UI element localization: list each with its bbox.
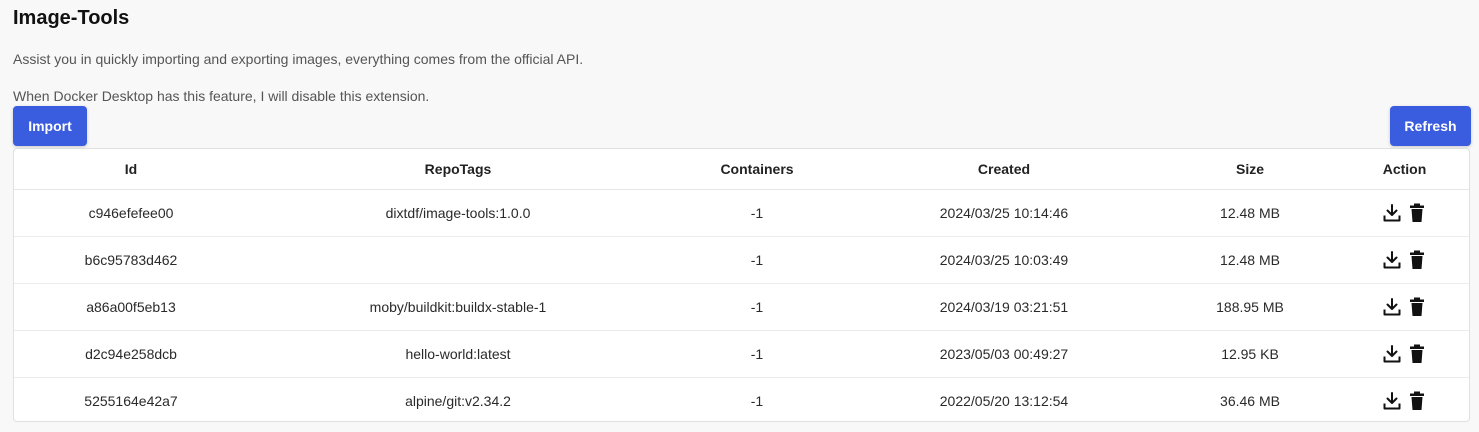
download-icon[interactable]: [1381, 249, 1403, 271]
cell-repotags: hello-world:latest: [248, 330, 668, 378]
column-header-action: Action: [1338, 149, 1469, 190]
table-header-row: Id RepoTags Containers Created Size Acti…: [14, 149, 1469, 190]
refresh-button[interactable]: Refresh: [1390, 106, 1471, 146]
cell-action: [1338, 330, 1469, 378]
page-description: Assist you in quickly importing and expo…: [13, 51, 584, 67]
cell-size: 12.48 MB: [1162, 189, 1338, 237]
column-header-containers[interactable]: Containers: [668, 149, 846, 190]
cell-repotags: alpine/git:v2.34.2: [405, 393, 511, 409]
image-tools-page: Image-Tools Assist you in quickly import…: [0, 0, 1479, 432]
delete-icon[interactable]: [1406, 202, 1428, 224]
cell-containers: -1: [668, 189, 846, 237]
cell-size: 188.95 MB: [1162, 283, 1338, 331]
download-icon[interactable]: [1381, 202, 1403, 224]
cell-created: 2023/05/03 00:49:27: [846, 330, 1162, 378]
cell-size: 12.48 MB: [1162, 236, 1338, 284]
download-icon[interactable]: [1381, 390, 1403, 412]
table-row: b6c95783d462 -1 2024/03/25 10:03:49 12.4…: [14, 236, 1469, 284]
table-row: c946efefee00 dixtdf/image-tools:1.0.0 -1…: [14, 189, 1469, 237]
cell-repotags: moby/buildkit:buildx-stable-1: [248, 283, 668, 331]
delete-icon[interactable]: [1406, 343, 1428, 365]
download-icon[interactable]: [1381, 296, 1403, 318]
cell-containers: -1: [668, 330, 846, 378]
cell-id: b6c95783d462: [14, 236, 248, 284]
table-row: 5255164e42a7 alpine/git:v2.34.2 -1 2022/…: [14, 378, 1469, 422]
cell-id: d2c94e258dcb: [14, 330, 248, 378]
download-icon[interactable]: [1381, 343, 1403, 365]
cell-containers: -1: [668, 283, 846, 331]
cell-action: [1338, 236, 1469, 284]
table-row: d2c94e258dcb hello-world:latest -1 2023/…: [14, 330, 1469, 378]
cell-repotags: dixtdf/image-tools:1.0.0: [248, 189, 668, 237]
cell-created: 2024/03/25 10:03:49: [846, 236, 1162, 284]
column-header-repotags[interactable]: RepoTags: [248, 149, 668, 190]
cell-created: 2024/03/19 03:21:51: [846, 283, 1162, 331]
cell-created: 2022/05/20 13:12:54: [939, 393, 1069, 409]
column-header-id[interactable]: Id: [14, 149, 248, 190]
cell-created: 2024/03/25 10:14:46: [846, 189, 1162, 237]
cell-size: 36.46 MB: [1220, 393, 1280, 409]
page-title: Image-Tools: [13, 7, 130, 29]
cell-action: [1338, 283, 1469, 331]
delete-icon[interactable]: [1406, 296, 1428, 318]
cell-action: [1338, 378, 1469, 422]
cell-size: 12.95 KB: [1162, 330, 1338, 378]
column-header-created[interactable]: Created: [846, 149, 1162, 190]
delete-icon[interactable]: [1406, 249, 1428, 271]
cell-action: [1338, 189, 1469, 237]
cell-repotags: [248, 236, 668, 284]
cell-containers: -1: [668, 236, 846, 284]
images-table: Id RepoTags Containers Created Size Acti…: [13, 148, 1470, 422]
page-notice: When Docker Desktop has this feature, I …: [13, 88, 430, 104]
column-header-size[interactable]: Size: [1162, 149, 1338, 190]
import-button[interactable]: Import: [13, 106, 87, 146]
cell-containers: -1: [750, 393, 764, 409]
delete-icon[interactable]: [1406, 390, 1428, 412]
cell-id: c946efefee00: [14, 189, 248, 237]
cell-id: 5255164e42a7: [84, 393, 178, 409]
cell-id: a86a00f5eb13: [14, 283, 248, 331]
table-row: a86a00f5eb13 moby/buildkit:buildx-stable…: [14, 283, 1469, 331]
